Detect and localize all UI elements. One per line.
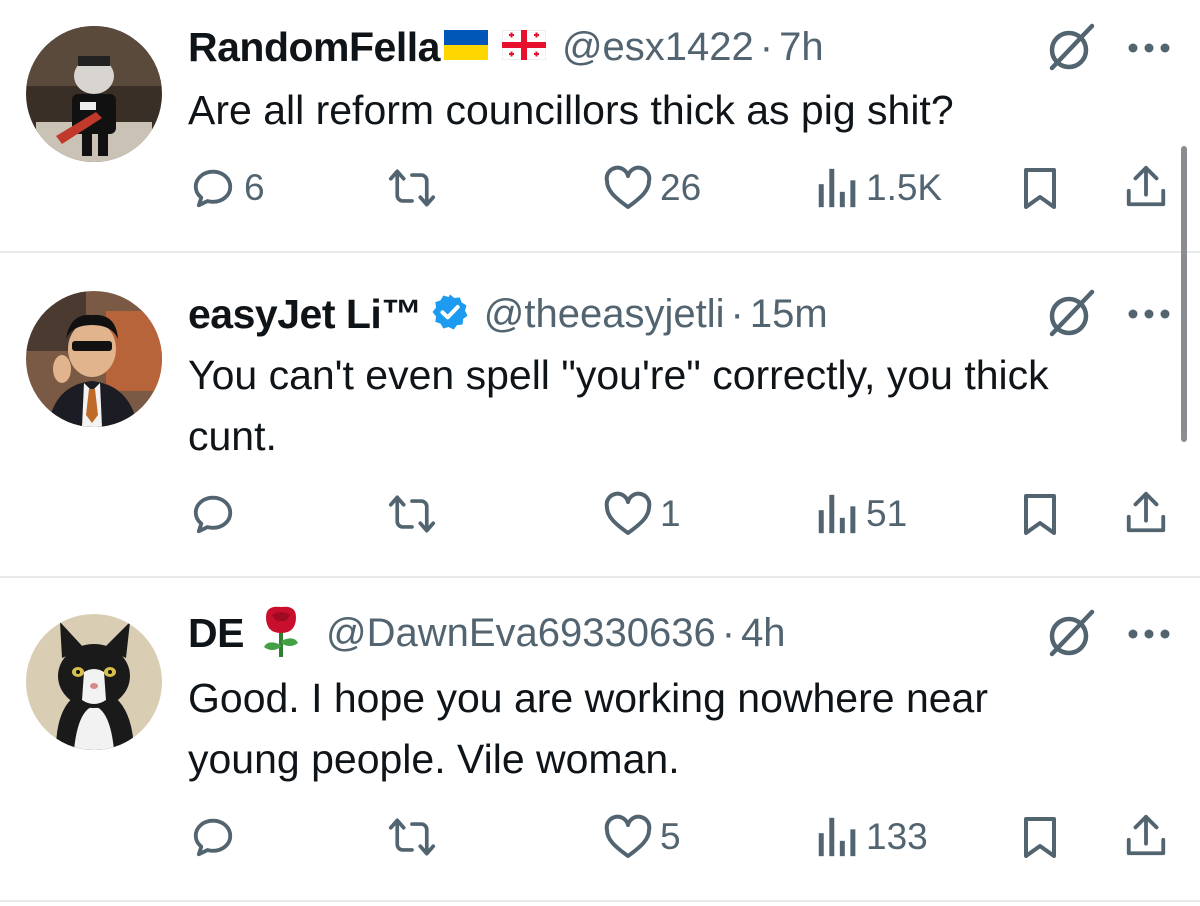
reply-count: 6 (244, 167, 265, 208)
retweet-icon (388, 495, 436, 533)
views-chart-icon (818, 494, 856, 534)
heart-icon (604, 814, 652, 858)
share-icon[interactable] (1124, 813, 1168, 859)
rose-icon (256, 603, 306, 664)
tweet[interactable]: easyJet Li™ @theeasyjetli · 15m You can'… (0, 253, 1200, 578)
separator-dot: · (721, 610, 736, 655)
user-handle[interactable]: @DawnEva69330636 (326, 611, 716, 656)
view-count: 133 (866, 816, 928, 857)
tweet-text: Are all reform councillors thick as pig … (188, 87, 954, 133)
retweet-icon (388, 818, 436, 856)
avatar[interactable] (26, 291, 162, 427)
display-name[interactable]: RandomFella (188, 24, 440, 71)
tweet-header: DE @DawnEva69330636 · 4h (188, 606, 786, 658)
display-name[interactable]: DE (188, 610, 244, 657)
timestamp[interactable]: 7h (779, 25, 824, 70)
more-options-icon[interactable] (1126, 627, 1172, 641)
views-button[interactable]: 51 (814, 491, 907, 537)
heart-icon (604, 491, 652, 535)
guitarist-avatar (26, 26, 162, 162)
bookmark-icon[interactable] (1020, 167, 1060, 211)
georgia-flag-icon (501, 29, 547, 65)
timestamp[interactable]: 4h (741, 611, 786, 656)
views-chart-icon (818, 817, 856, 857)
timestamp[interactable]: 15m (750, 292, 828, 337)
avatar[interactable] (26, 26, 162, 162)
like-button[interactable]: 1 (604, 491, 681, 537)
retweet-button[interactable] (388, 165, 444, 211)
more-options-icon[interactable] (1126, 41, 1172, 55)
separator-dot: · (730, 291, 744, 336)
cat-avatar (26, 614, 162, 750)
like-count: 26 (660, 167, 702, 208)
reply-icon (193, 495, 233, 534)
tweet-header: RandomFella @esx1422 · 7h (188, 22, 824, 72)
heart-icon (604, 165, 652, 209)
tweet-text: You can't even spell "you're" correctly,… (188, 352, 1049, 459)
retweet-icon (388, 169, 436, 207)
ukraine-flag-icon (443, 29, 488, 65)
reply-button[interactable]: 6 (190, 165, 265, 211)
display-name[interactable]: easyJet Li™ (188, 291, 422, 338)
like-button[interactable]: 5 (604, 814, 681, 860)
man-with-sunglasses-avatar (26, 291, 162, 427)
tweet-header: easyJet Li™ @theeasyjetli · 15m (188, 289, 828, 339)
user-handle[interactable]: @theeasyjetli (484, 292, 725, 337)
verified-badge-icon (430, 292, 470, 337)
separator-dot: · (759, 24, 774, 69)
retweet-button[interactable] (388, 491, 444, 537)
avatar[interactable] (26, 614, 162, 750)
reply-button[interactable] (190, 491, 244, 537)
tweet[interactable]: RandomFella @esx1422 · 7h Are all reform… (0, 0, 1200, 253)
view-count: 1.5K (866, 167, 943, 208)
reply-icon (193, 169, 233, 208)
tweet[interactable]: DE @DawnEva69330636 · 4h Good. I hope yo… (0, 578, 1200, 906)
share-icon[interactable] (1124, 164, 1168, 210)
bookmark-icon[interactable] (1020, 493, 1060, 537)
share-icon[interactable] (1124, 490, 1168, 536)
like-count: 5 (660, 816, 681, 857)
retweet-button[interactable] (388, 814, 444, 860)
reply-feed: RandomFella @esx1422 · 7h Are all reform… (0, 0, 1200, 906)
divider (0, 900, 1200, 902)
grok-icon[interactable] (1042, 606, 1098, 662)
views-button[interactable]: 1.5K (814, 165, 942, 211)
tweet-text: Good. I hope you are working nowhere nea… (188, 675, 989, 782)
reply-icon (193, 818, 233, 857)
view-count: 51 (866, 493, 908, 534)
more-options-icon[interactable] (1126, 307, 1172, 321)
views-chart-icon (818, 168, 856, 208)
grok-icon[interactable] (1042, 286, 1098, 342)
grok-icon[interactable] (1042, 20, 1098, 76)
user-handle[interactable]: @esx1422 (562, 25, 754, 70)
views-button[interactable]: 133 (814, 814, 928, 860)
bookmark-icon[interactable] (1020, 816, 1060, 860)
reply-button[interactable] (190, 814, 244, 860)
like-button[interactable]: 26 (604, 165, 701, 211)
scrollbar[interactable] (1181, 146, 1187, 442)
like-count: 1 (660, 493, 681, 534)
